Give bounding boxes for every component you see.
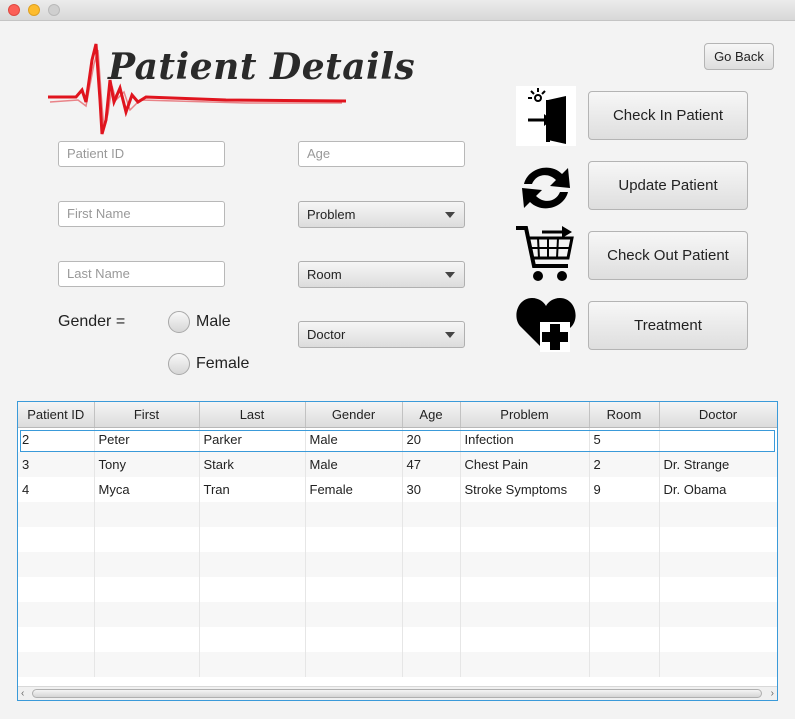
maximize-window-button[interactable] [48,4,60,16]
empty-table-row [18,602,777,627]
scrollbar-thumb[interactable] [32,689,762,698]
app-logo: Patient Details [46,40,426,140]
column-header-room[interactable]: Room [589,402,660,428]
treatment-button[interactable]: Treatment [588,301,748,350]
age-field[interactable]: Age [298,141,465,167]
empty-table-row [18,527,777,552]
table-cell: Female [305,477,403,502]
table-cell: 4 [18,477,95,502]
close-window-button[interactable] [8,4,20,16]
problem-select[interactable]: Problem [298,201,465,228]
gender-male-radio[interactable] [168,311,190,333]
horizontal-scrollbar[interactable]: ‹ › [18,686,777,700]
gender-label: Gender = [58,313,126,330]
go-back-button[interactable]: Go Back [704,43,774,70]
column-header-first[interactable]: First [94,402,200,428]
chevron-down-icon [445,332,455,338]
gender-male-label[interactable]: Male [196,313,231,331]
room-select-value: Room [307,267,342,282]
window-titlebar [0,0,795,21]
table-cell: 30 [402,477,461,502]
empty-table-row [18,577,777,602]
table-cell: Chest Pain [460,452,590,477]
table-header-row: Patient ID First Last Gender Age Problem… [18,402,777,428]
empty-table-row [18,627,777,652]
table-cell: 3 [18,452,95,477]
first-name-field[interactable]: First Name [58,201,225,227]
column-header-age[interactable]: Age [402,402,461,428]
column-header-patient-id[interactable]: Patient ID [18,402,95,428]
empty-table-row [18,502,777,527]
patient-id-field[interactable]: Patient ID [58,141,225,167]
chevron-down-icon [445,272,455,278]
check-out-patient-button[interactable]: Check Out Patient [588,231,748,280]
table-cell: Peter [94,427,200,452]
table-cell: 2 [589,452,660,477]
patients-table[interactable]: Patient ID First Last Gender Age Problem… [17,401,778,701]
refresh-icon [514,156,578,220]
table-cell: 20 [402,427,461,452]
table-cell: Tony [94,452,200,477]
gender-female-label[interactable]: Female [196,355,249,373]
table-cell: Male [305,452,403,477]
gender-female-radio[interactable] [168,353,190,375]
room-select[interactable]: Room [298,261,465,288]
table-cell: Male [305,427,403,452]
chevron-down-icon [445,212,455,218]
doctor-select[interactable]: Doctor [298,321,465,348]
table-cell: 9 [589,477,660,502]
table-cell: Stroke Symptoms [460,477,590,502]
table-cell: Dr. Obama [659,477,777,502]
column-header-doctor[interactable]: Doctor [659,402,777,428]
minimize-window-button[interactable] [28,4,40,16]
table-cell: Infection [460,427,590,452]
doctor-select-value: Doctor [307,327,346,342]
column-header-problem[interactable]: Problem [460,402,590,428]
cart-icon [514,224,578,288]
empty-table-row [18,652,777,677]
empty-table-row [18,552,777,577]
last-name-field[interactable]: Last Name [58,261,225,287]
column-header-gender[interactable]: Gender [305,402,403,428]
table-row[interactable]: 4 Myca Tran Female 30 Stroke Symptoms 9 … [18,477,777,502]
scroll-left-arrow-icon[interactable]: ‹ [21,687,24,700]
table-row[interactable]: 2 Peter Parker Male 20 Infection 5 [18,427,777,452]
table-cell: Tran [199,477,306,502]
table-cell: 5 [589,427,660,452]
column-header-last[interactable]: Last [199,402,306,428]
table-cell: 2 [18,427,95,452]
heart-plus-icon [514,292,578,356]
page-title: Patient Details [108,46,416,88]
table-cell: Parker [199,427,306,452]
table-cell: Stark [199,452,306,477]
scroll-right-arrow-icon[interactable]: › [771,687,774,700]
problem-select-value: Problem [307,207,356,222]
check-in-patient-button[interactable]: Check In Patient [588,91,748,140]
table-cell: 47 [402,452,461,477]
table-cell: Myca [94,477,200,502]
table-cell: Dr. Strange [659,452,777,477]
table-cell [659,427,777,452]
door-enter-icon [514,86,578,150]
update-patient-button[interactable]: Update Patient [588,161,748,210]
table-row[interactable]: 3 Tony Stark Male 47 Chest Pain 2 Dr. St… [18,452,777,477]
